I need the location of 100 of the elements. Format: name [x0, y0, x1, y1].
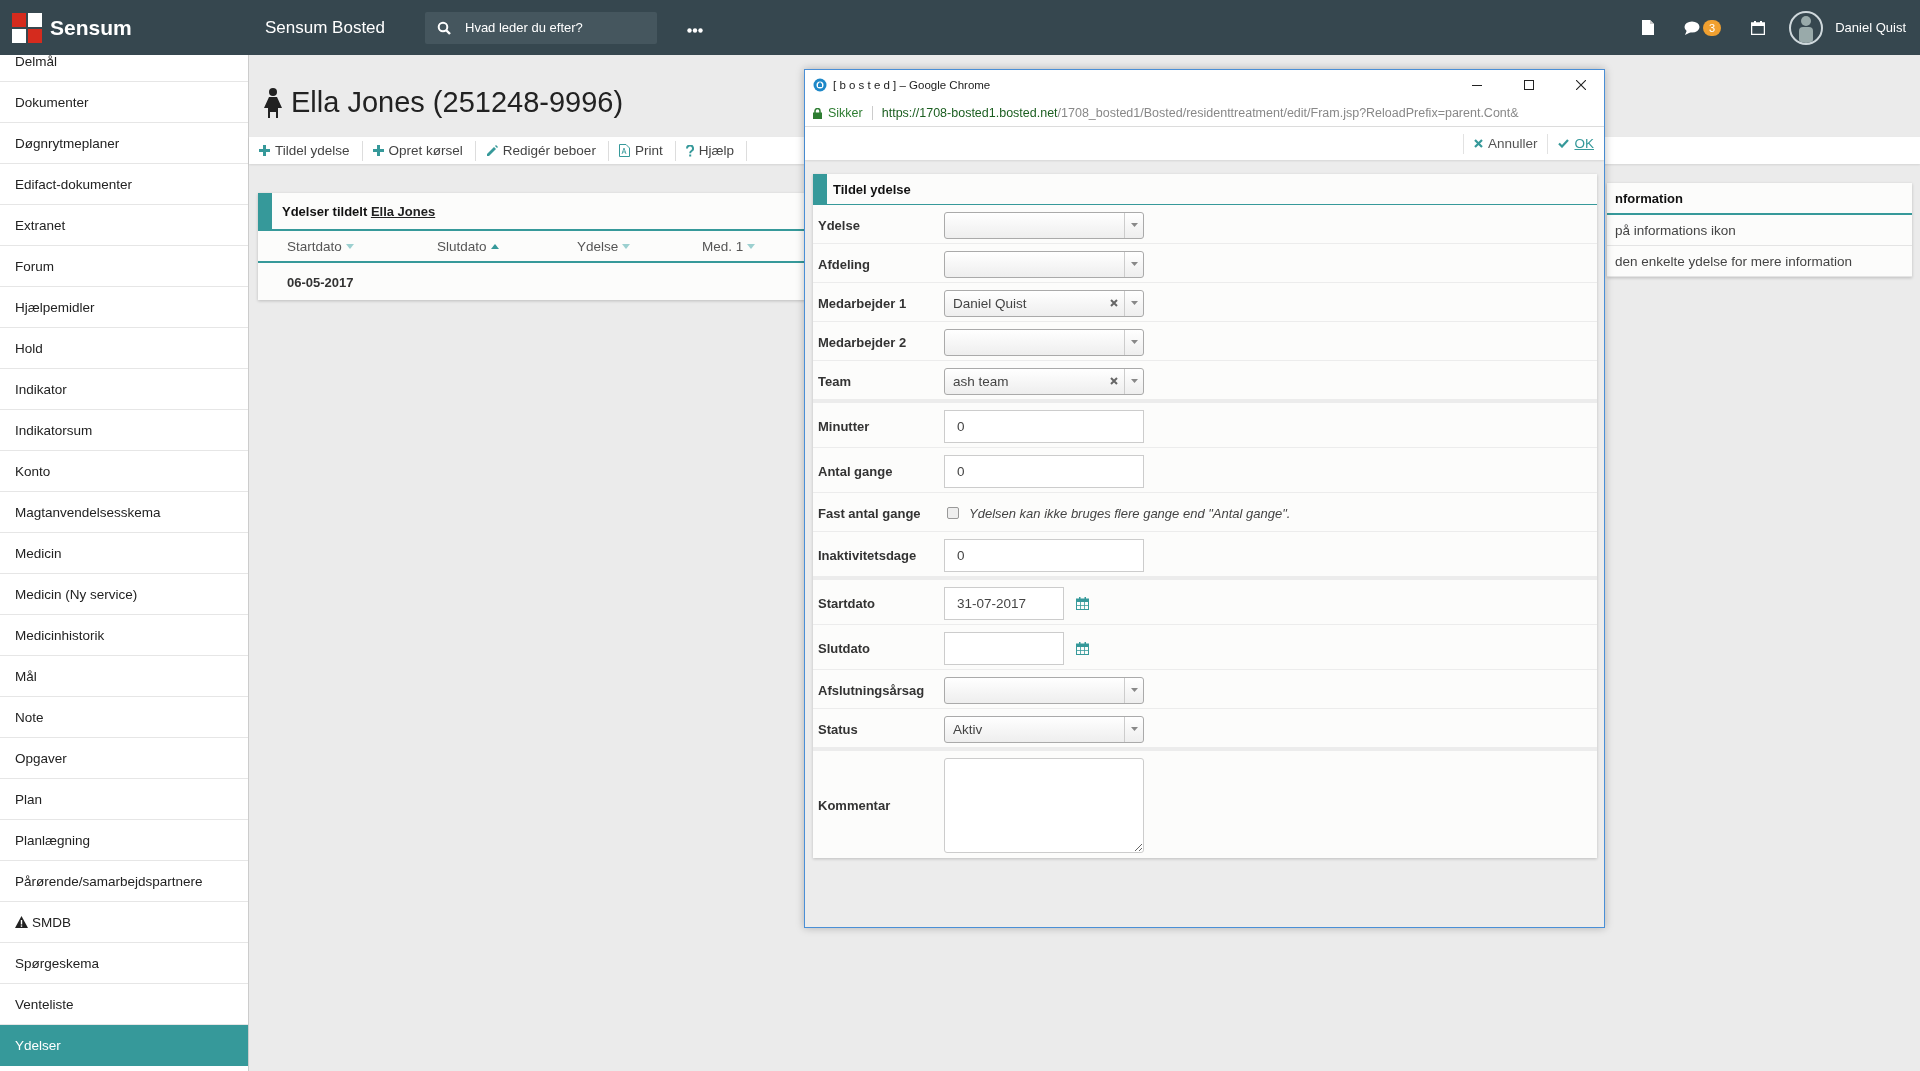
sidebar-item[interactable]: Note — [0, 697, 248, 738]
dropdown[interactable] — [944, 211, 1144, 239]
window-title: [ b o s t e d ] – Google Chrome — [833, 79, 992, 91]
pdf-file-icon — [618, 144, 630, 157]
ok-button[interactable]: OK — [1547, 133, 1604, 154]
minimize-icon — [1472, 84, 1482, 86]
field-label: Ydelse — [818, 217, 861, 233]
sidebar-item[interactable]: Spørgeskema — [0, 943, 248, 984]
secure-label: Sikker — [828, 106, 863, 120]
sidebar-item[interactable]: Konto — [0, 451, 248, 492]
clear-icon[interactable] — [1110, 377, 1118, 385]
chat-icon[interactable] — [1684, 20, 1701, 35]
toolbar-button[interactable]: Hjælp — [681, 140, 747, 161]
column-header[interactable]: Startdato — [287, 238, 437, 254]
search-icon — [437, 20, 451, 35]
field-label: Inaktivitetsdage — [818, 547, 918, 563]
info-text: den enkelte ydelse for mere information — [1607, 246, 1912, 277]
column-header[interactable]: Ydelse — [577, 238, 702, 254]
sidebar-item[interactable]: Opgaver — [0, 738, 248, 779]
warning-icon — [15, 916, 28, 928]
sidebar-item[interactable]: Edifact-dokumenter — [0, 164, 248, 205]
sidebar-item[interactable]: Indikator — [0, 369, 248, 410]
field-label: Minutter — [818, 418, 871, 434]
comment-field[interactable] — [944, 758, 1144, 853]
avatar-icon[interactable] — [1789, 10, 1824, 45]
text-field[interactable]: 0 — [944, 409, 1144, 443]
sidebar-item[interactable]: Delmål — [0, 55, 248, 82]
sidebar-item[interactable]: Medicin — [0, 533, 248, 574]
toolbar-button[interactable]: Print — [614, 140, 676, 161]
calendar-icon[interactable] — [1751, 20, 1766, 35]
more-icon[interactable] — [687, 27, 703, 33]
sidebar-item[interactable]: Extranet — [0, 205, 248, 246]
sidebar-item[interactable]: Døgnrytmeplaner — [0, 123, 248, 164]
text-field[interactable]: 0 — [944, 454, 1144, 488]
date-field[interactable] — [944, 631, 1064, 665]
dropdown[interactable] — [944, 250, 1144, 278]
document-icon[interactable] — [1642, 20, 1655, 35]
field-label: Afdeling — [818, 256, 871, 272]
caret-icon — [1130, 727, 1138, 731]
sidebar-item[interactable]: Hjælpemidler — [0, 287, 248, 328]
field-label: Afslutningsårsag — [818, 682, 926, 698]
sidebar-item[interactable]: Planlægning — [0, 820, 248, 861]
caret-icon — [1130, 301, 1138, 305]
dropdown[interactable] — [944, 676, 1144, 704]
sidebar-item[interactable]: Hold — [0, 328, 248, 369]
field-label: Medarbejder 1 — [818, 295, 908, 311]
dropdown[interactable]: ash team — [944, 367, 1144, 395]
sidebar-item[interactable]: Mål — [0, 656, 248, 697]
field-label: Medarbejder 2 — [818, 334, 908, 350]
checkbox[interactable] — [947, 507, 959, 519]
card-title: nformation — [1607, 183, 1912, 215]
toolbar-button[interactable]: Opret kørsel — [368, 140, 476, 161]
field-label: Antal gange — [818, 463, 894, 479]
plus-icon — [259, 145, 270, 156]
clear-icon[interactable] — [1110, 299, 1118, 307]
sidebar-item[interactable]: Magtanvendelsesskema — [0, 492, 248, 533]
user-name[interactable]: Daniel Quist — [1835, 20, 1906, 35]
sidebar-item[interactable]: SMDB — [0, 902, 248, 943]
caret-icon — [1130, 340, 1138, 344]
url-text: https://1708-bosted1.bosted.net/1708_bosted1/Bosted/residenttreatment/edit/Fram.jsp?ReloadPrefix=parent.Cont& — [881, 106, 1519, 120]
sidebar-item[interactable]: Pårørende/samarbejdspartnere — [0, 861, 248, 902]
date-field[interactable]: 31-07-2017 — [944, 586, 1064, 620]
pencil-icon — [485, 144, 498, 157]
field-label: Status — [818, 721, 859, 737]
close-icon — [1473, 139, 1483, 148]
toolbar-button[interactable]: Redigér beboer — [481, 140, 609, 161]
column-header[interactable]: Med. 1 — [702, 238, 822, 254]
browser-logo-icon — [813, 78, 827, 92]
close-icon — [1576, 80, 1586, 90]
dropdown[interactable]: Aktiv — [944, 715, 1144, 743]
female-person-icon — [263, 87, 283, 118]
caret-icon — [1130, 262, 1138, 266]
resident-link[interactable]: Ella Jones — [370, 203, 436, 219]
table-cell-text: 06-05-2017 — [286, 274, 355, 292]
app-title: Sensum Bosted — [265, 17, 386, 38]
form-title: Tildel ydelse — [833, 181, 911, 197]
logo-icon — [12, 12, 42, 43]
field-label: Fast antal gange — [818, 505, 922, 521]
resident-title: Ella Jones (251248-9996) — [291, 86, 624, 119]
sidebar-item[interactable]: Medicin (Ny service) — [0, 574, 248, 615]
sidebar-item[interactable]: Indikatorsum — [0, 410, 248, 451]
sidebar-item[interactable]: Plan — [0, 779, 248, 820]
maximize-icon — [1524, 80, 1534, 90]
checkbox-hint: Ydelsen kan ikke bruges flere gange end "Antal gange". — [969, 505, 1291, 521]
dropdown[interactable]: Daniel Quist — [944, 289, 1144, 317]
sidebar-item[interactable]: Forum — [0, 246, 248, 287]
cancel-button[interactable]: Annuller — [1462, 133, 1548, 154]
sidebar-item[interactable]: Dokumenter — [0, 82, 248, 123]
text-field[interactable]: 0 — [944, 538, 1144, 572]
check-icon — [1558, 139, 1570, 148]
toolbar-button[interactable]: Tildel ydelse — [255, 140, 363, 161]
column-header[interactable]: Slutdato — [437, 238, 577, 254]
logo-text: Sensum — [50, 15, 132, 40]
info-text: på informations ikon — [1607, 215, 1912, 246]
sidebar-item[interactable]: Medicinhistorik — [0, 615, 248, 656]
lock-icon — [813, 107, 822, 119]
search-field[interactable]: Hvad leder du efter? — [425, 11, 657, 44]
caret-icon — [1130, 379, 1138, 383]
field-label: Team — [818, 373, 852, 389]
dropdown[interactable] — [944, 328, 1144, 356]
